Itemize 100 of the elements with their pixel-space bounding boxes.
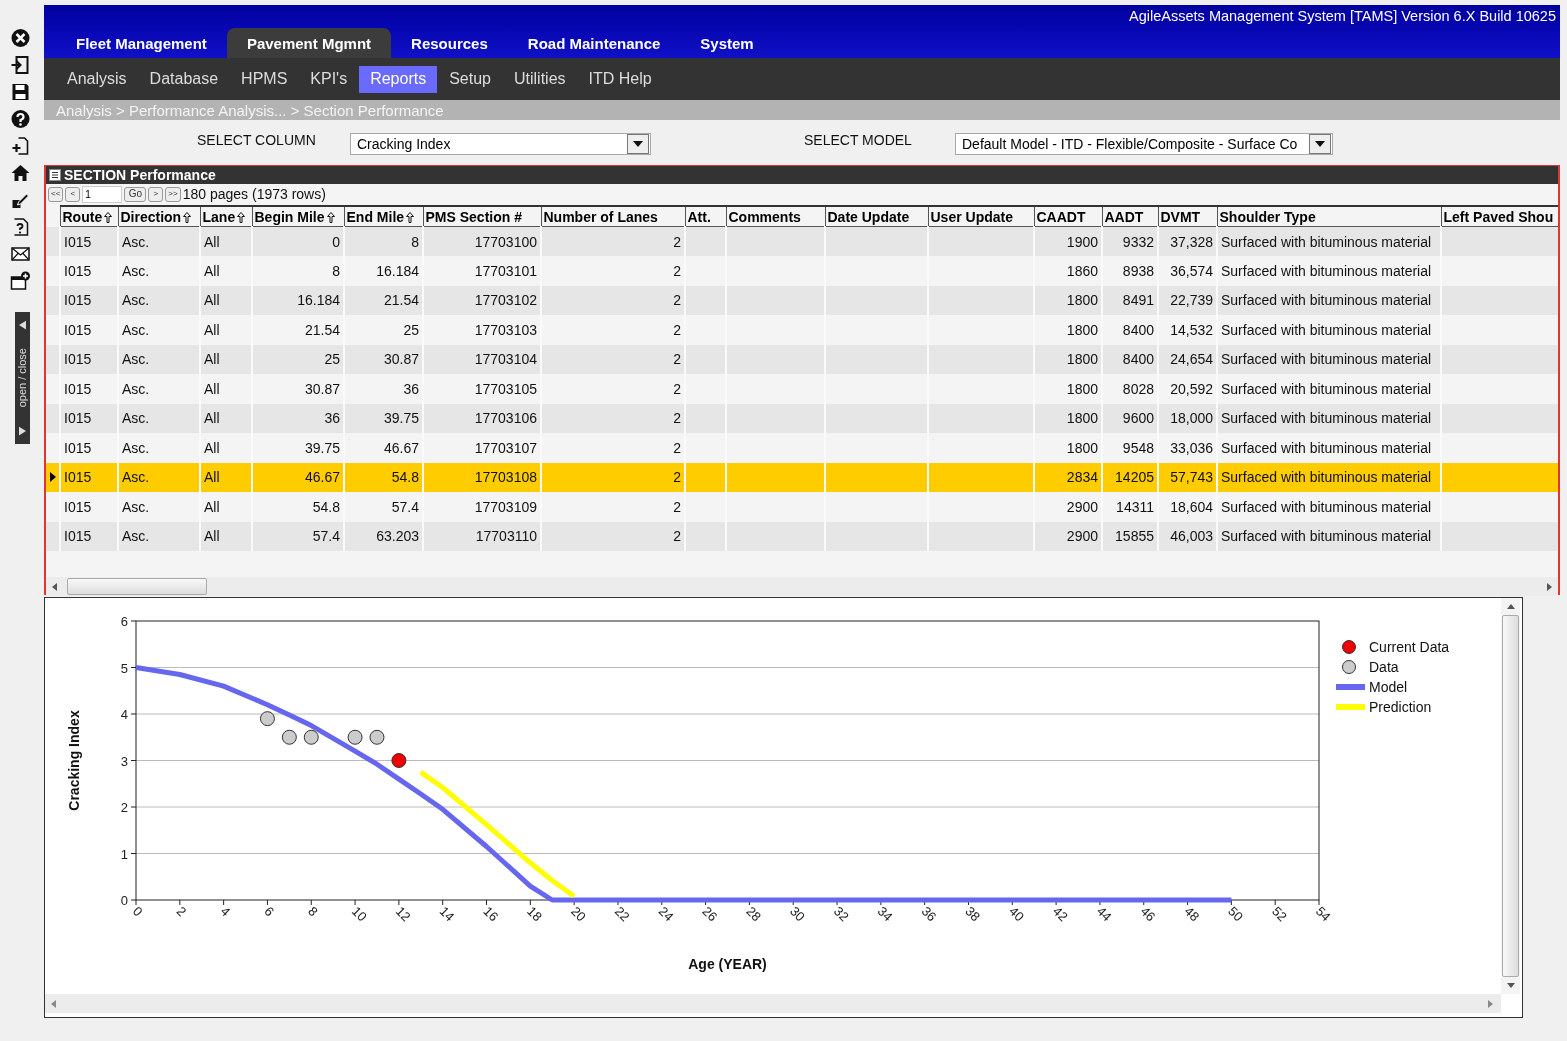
table-row[interactable]: I015 Asc. All 0 8 17703100 2 1900 9332 37,328 Surfaced with bituminous material [46, 226, 1558, 256]
main-tab[interactable]: Road Maintenance [507, 28, 681, 58]
next-page-button[interactable]: > [148, 186, 164, 202]
x-tick-label: 42 [1050, 903, 1071, 925]
scroll-up-icon[interactable] [1506, 604, 1515, 609]
column-header[interactable]: Route [60, 206, 118, 227]
page-field[interactable]: 1 [82, 185, 123, 203]
sort-icon[interactable] [183, 211, 192, 223]
add-folder-icon[interactable] [9, 271, 31, 291]
table-cell: 16.184 [376, 262, 419, 279]
column-header[interactable]: Date Update [825, 206, 928, 227]
column-header[interactable]: Begin Mile [252, 206, 344, 227]
mail-icon[interactable] [9, 244, 31, 264]
column-header[interactable]: Att. [685, 206, 726, 227]
home-icon[interactable] [9, 163, 31, 183]
table-cell: 21.54 [304, 321, 340, 338]
sort-icon[interactable] [104, 211, 113, 223]
table-row[interactable]: I015 Asc. All 46.67 54.8 17703108 2 2834 14205 57,743 Surfaced with bituminous material [46, 462, 1558, 492]
table-cell: I015 [64, 498, 92, 515]
table-row[interactable]: I015 Asc. All 54.8 57.4 17703109 2 2900 14311 18,604 Surfaced with bituminous material [46, 492, 1558, 522]
column-header[interactable]: Direction [118, 206, 200, 227]
table-cell: 1900 [1066, 233, 1098, 250]
close-icon[interactable] [9, 28, 31, 48]
table-cell: I015 [64, 469, 92, 486]
table-row[interactable]: I015 Asc. All 16.184 21.54 17703102 2 1800 8491 22,739 Surfaced with bituminous material [46, 285, 1558, 315]
table-cell: 54.8 [391, 469, 419, 486]
scrollbar-thumb[interactable] [67, 578, 207, 595]
sub-tab[interactable]: KPI's [299, 65, 359, 93]
table-cell: Surfaced with bituminous material [1221, 528, 1432, 545]
last-page-button[interactable]: >> [165, 186, 181, 202]
column-header[interactable]: End Mile [344, 206, 423, 227]
legend-label: Prediction [1369, 699, 1432, 715]
column-header[interactable]: Left Paved Shou [1441, 206, 1558, 227]
table-row[interactable]: I015 Asc. All 21.54 25 17703103 2 1800 8400 14,532 Surfaced with bituminous material [46, 315, 1558, 345]
table-row[interactable]: I015 Asc. All 8 16.184 17703101 2 1860 8938 36,574 Surfaced with bituminous material [46, 256, 1558, 286]
x-axis-title: Age (YEAR) [688, 956, 767, 972]
x-tick-label: 38 [962, 903, 984, 925]
table-row[interactable]: I015 Asc. All 30.87 36 17703105 2 1800 8028 20,592 Surfaced with bituminous material [46, 374, 1558, 404]
x-tick-label: 16 [480, 903, 502, 925]
dropdown[interactable]: Default Model - ITD - Flexible/Composite - Surface Co [955, 133, 1333, 155]
sort-icon[interactable] [237, 211, 246, 223]
table-cell: 54.8 [312, 498, 340, 515]
table-cell: 2 [673, 410, 681, 427]
table-cell: All [204, 498, 220, 515]
previous-page-button[interactable]: < [65, 186, 81, 202]
open-close-toggle[interactable]: open / close [14, 312, 30, 444]
first-page-button[interactable]: << [48, 186, 64, 202]
main-tab[interactable]: Fleet Management [56, 28, 227, 58]
sub-tab[interactable]: ITD Help [577, 65, 663, 93]
dropdown[interactable]: Cracking Index [350, 133, 651, 155]
table-row[interactable]: I015 Asc. All 39.75 46.67 17703107 2 1800 9548 33,036 Surfaced with bituminous material [46, 433, 1558, 463]
table-cell: 39.75 [304, 439, 340, 456]
column-header[interactable]: CAADT [1034, 206, 1102, 227]
scroll-down-icon[interactable] [1506, 983, 1515, 988]
table-cell: 24,654 [1170, 351, 1213, 368]
column-header[interactable]: Shoulder Type [1217, 206, 1441, 227]
scroll-right-icon[interactable] [1488, 999, 1493, 1008]
x-tick-label: 24 [655, 903, 677, 925]
caret-icon [1315, 141, 1325, 147]
scroll-right-icon[interactable] [1547, 582, 1552, 591]
sub-tab[interactable]: Setup [438, 65, 502, 93]
x-tick-label: 40 [1006, 903, 1027, 925]
column-header[interactable]: AADT [1102, 206, 1158, 227]
x-tick-label: 6 [261, 903, 278, 920]
main-tab[interactable]: Pavement Mgmnt [226, 28, 392, 58]
sub-tab[interactable]: HPMS [230, 65, 299, 93]
sort-icon[interactable] [406, 211, 415, 223]
table-row[interactable]: I015 Asc. All 36 39.75 17703106 2 1800 9600 18,000 Surfaced with bituminous material [46, 403, 1558, 433]
sort-icon[interactable] [326, 211, 335, 223]
column-header[interactable]: Number of Lanes [541, 206, 685, 227]
column-header[interactable]: Comments [726, 206, 825, 227]
go-button[interactable]: Go [124, 186, 147, 202]
sub-tab[interactable]: Utilities [503, 65, 577, 93]
table-row[interactable]: I015 Asc. All 57.4 63.203 17703110 2 2900 15855 46,003 Surfaced with bituminous material [46, 521, 1558, 551]
scroll-left-icon[interactable] [52, 582, 57, 591]
sub-tab[interactable]: Reports [359, 65, 438, 93]
table-cell: All [204, 262, 220, 279]
main-tab[interactable]: Resources [391, 28, 508, 58]
exit-icon[interactable] [9, 55, 31, 75]
sub-tab[interactable]: Database [138, 65, 230, 93]
x-tick-label: 18 [524, 903, 546, 925]
main-tab[interactable]: System [680, 28, 774, 58]
table-cell: All [204, 351, 220, 368]
table-cell: 2 [673, 321, 681, 338]
table-cell: 1860 [1066, 262, 1098, 279]
column-header[interactable]: DVMT [1158, 206, 1217, 227]
column-header[interactable]: User Update [928, 206, 1034, 227]
table-cell: Asc. [122, 292, 150, 309]
column-header[interactable]: PMS Section # [423, 206, 541, 227]
table-row[interactable]: I015 Asc. All 25 30.87 17703104 2 1800 8400 24,654 Surfaced with bituminous material [46, 344, 1558, 374]
table-cell: 1800 [1066, 351, 1098, 368]
column-header[interactable]: Lane [200, 206, 252, 227]
help-icon[interactable] [9, 109, 31, 129]
sub-tab[interactable]: Analysis [56, 65, 138, 93]
collapse-arrow-icon[interactable] [18, 320, 26, 330]
table-cell: 2834 [1066, 469, 1098, 486]
expand-arrow-icon[interactable] [18, 426, 26, 436]
scrollbar-thumb[interactable] [1502, 615, 1519, 977]
table-cell: Asc. [122, 410, 150, 427]
scroll-left-icon[interactable] [51, 999, 56, 1008]
